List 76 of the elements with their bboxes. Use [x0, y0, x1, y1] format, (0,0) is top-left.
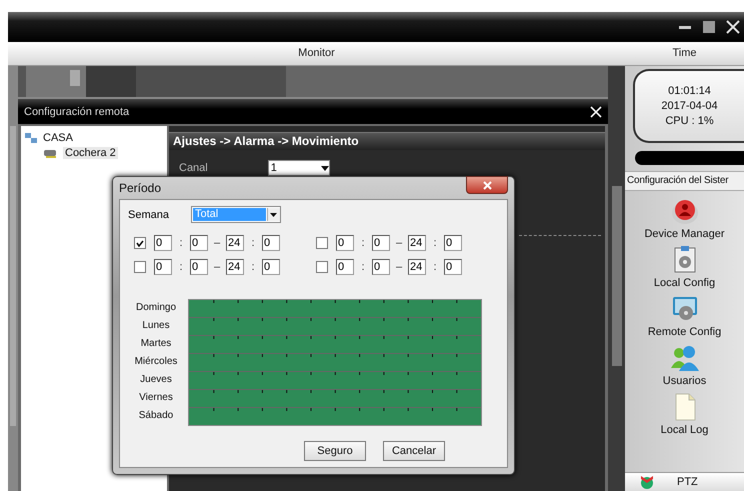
sidebar-title: Configuración del Sister: [625, 171, 744, 191]
time-field[interactable]: 0: [372, 235, 390, 251]
sidebar-item[interactable]: Usuarios: [625, 344, 744, 387]
separator: :: [432, 261, 438, 273]
sidebar-item[interactable]: Local Log: [625, 393, 744, 436]
close-icon[interactable]: [726, 20, 740, 34]
gear-monitor-icon: [670, 295, 698, 323]
breadcrumb: Ajustes -> Alarma -> Movimiento: [169, 132, 605, 150]
time-field[interactable]: 0: [262, 235, 280, 251]
separator: :: [360, 237, 366, 249]
separator: –: [213, 261, 221, 273]
day-label: Lunes: [141, 319, 171, 333]
checkbox[interactable]: [134, 261, 146, 273]
monitor-header: Monitor: [297, 46, 336, 61]
separator: –: [395, 261, 403, 273]
clock-date: 2017-04-04: [661, 100, 718, 112]
time-field[interactable]: 0: [154, 259, 172, 275]
separator: :: [178, 261, 184, 273]
person-button-icon: [670, 197, 698, 225]
checkbox[interactable]: [134, 237, 146, 249]
day-label: Martes: [140, 337, 172, 351]
sidebar-item[interactable]: Local Config: [625, 246, 744, 289]
time-field[interactable]: 24: [408, 259, 426, 275]
separator: :: [360, 261, 366, 273]
network-icon: [24, 132, 38, 144]
ptz-icon[interactable]: [639, 475, 655, 489]
clock-time: 01:01:14: [668, 85, 711, 97]
separator: :: [250, 237, 256, 249]
check-icon: [136, 240, 144, 246]
dialog-button[interactable]: Seguro: [304, 441, 366, 461]
separator: –: [213, 237, 221, 249]
sidebar-item[interactable]: Device Manager: [625, 197, 744, 240]
document-icon: [672, 393, 696, 421]
time-field[interactable]: 0: [444, 235, 462, 251]
time-field[interactable]: 0: [336, 259, 354, 275]
time-field[interactable]: 24: [226, 235, 244, 251]
channel-dropdown[interactable]: 1: [268, 160, 330, 176]
time-field[interactable]: 0: [336, 235, 354, 251]
day-label: Domingo: [134, 301, 178, 315]
separator: –: [395, 237, 403, 249]
caret-icon: [320, 166, 329, 170]
sidebar-item[interactable]: Remote Config: [625, 295, 744, 338]
day-label: Jueves: [139, 373, 173, 387]
day-label: Viernes: [138, 391, 174, 405]
checkbox[interactable]: [316, 261, 328, 273]
ptz-label[interactable]: PTZ: [677, 476, 698, 488]
dialog-button[interactable]: Cancelar: [383, 441, 445, 461]
channel-label: Canal: [179, 162, 208, 174]
time-field[interactable]: 0: [154, 235, 172, 251]
window-title: Configuración remota: [24, 106, 130, 118]
maximize-icon[interactable]: [702, 20, 716, 34]
tree-item[interactable]: CASA: [41, 132, 75, 144]
dialog-title: Período: [119, 181, 162, 195]
cpu-usage: CPU : 1%: [665, 115, 714, 127]
day-label: Sábado: [138, 409, 174, 423]
day-label: Miércoles: [134, 355, 178, 369]
time-field[interactable]: 0: [190, 235, 208, 251]
checkbox[interactable]: [316, 237, 328, 249]
caret-icon: [270, 212, 278, 216]
gear-document-icon: [672, 246, 698, 274]
close-icon[interactable]: [590, 106, 602, 118]
separator: :: [432, 237, 438, 249]
time-field[interactable]: 0: [190, 259, 208, 275]
close-icon: [482, 180, 492, 190]
time-field[interactable]: 0: [444, 259, 462, 275]
week-label: Semana: [128, 208, 169, 220]
separator: :: [178, 237, 184, 249]
time-field[interactable]: 24: [408, 235, 426, 251]
separator: :: [250, 261, 256, 273]
close-button[interactable]: [466, 176, 508, 194]
time-field[interactable]: 24: [226, 259, 244, 275]
time-header: Time: [671, 46, 698, 61]
users-icon: [670, 344, 700, 372]
time-field[interactable]: 0: [372, 259, 390, 275]
tree-item[interactable]: Cochera 2: [63, 146, 118, 158]
time-field[interactable]: 0: [262, 259, 280, 275]
